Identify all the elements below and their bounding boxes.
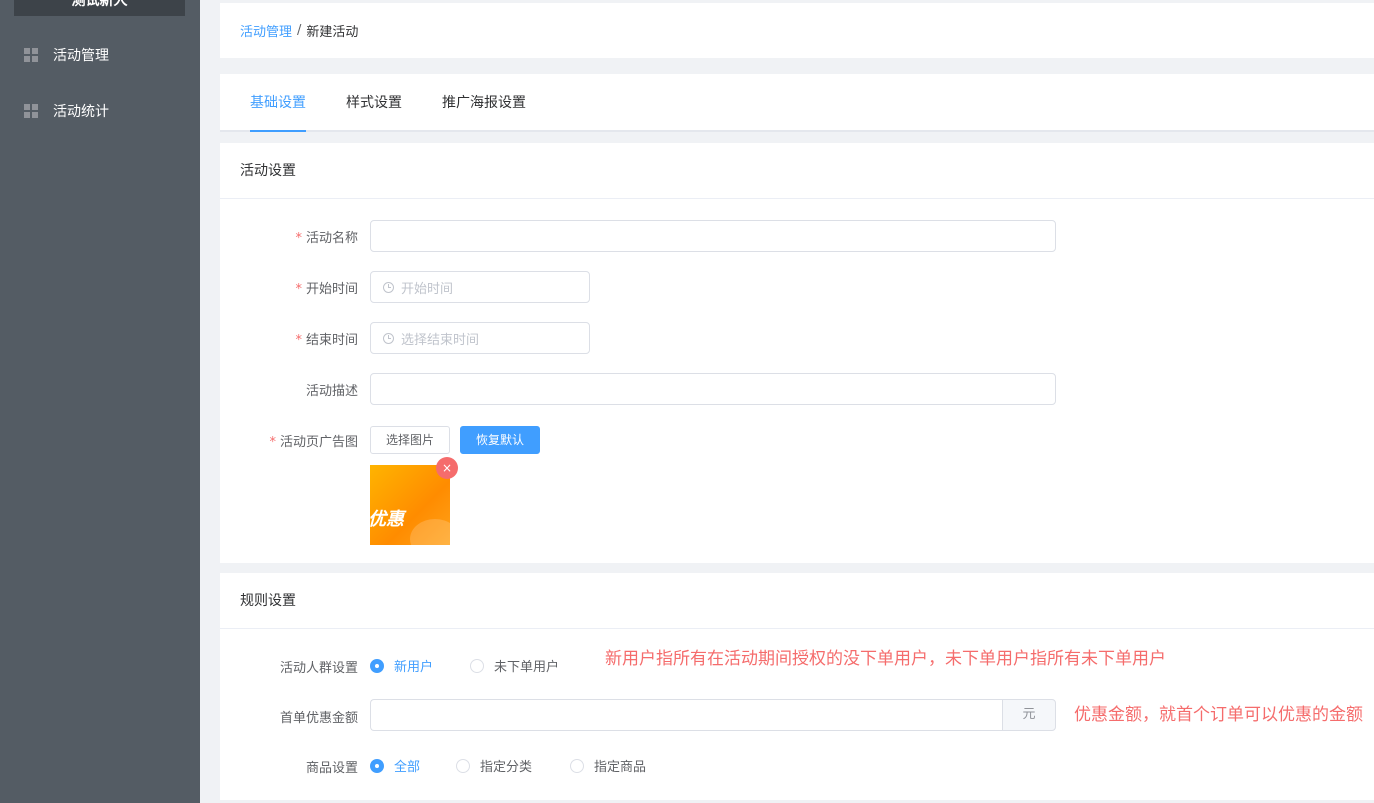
tab-style-settings[interactable]: 样式设置 — [346, 74, 402, 132]
brand-title: 测试新人 — [14, 0, 185, 16]
start-time-placeholder: 开始时间 — [401, 281, 454, 297]
activity-name-input[interactable] — [370, 220, 1056, 252]
ad-image-thumbnail: 优惠 — [370, 465, 450, 545]
select-image-button[interactable]: 选择图片 — [370, 426, 450, 454]
audience-label: 活动人群设置 — [279, 661, 358, 676]
end-time-placeholder: 选择结束时间 — [401, 332, 480, 348]
section-title: 规则设置 — [220, 573, 1374, 629]
start-time-picker[interactable]: 开始时间 — [370, 271, 590, 303]
description-label: 活动描述 — [305, 384, 358, 399]
ad-image-label: * 活动页广告图 — [269, 435, 358, 450]
radio-label: 指定商品 — [594, 760, 647, 775]
decorative-blob — [410, 519, 450, 545]
first-order-discount-label: 首单优惠金额 — [279, 711, 358, 726]
radio-label: 新用户 — [394, 660, 434, 675]
clock-icon — [383, 281, 394, 293]
grid-icon — [24, 48, 38, 62]
section-title: 活动设置 — [220, 143, 1374, 199]
required-mark: * — [269, 435, 276, 450]
tab-basic-settings[interactable]: 基础设置 — [250, 74, 306, 132]
sidebar-item-label: 活动统计 — [53, 104, 109, 120]
radio-unordered-user[interactable]: 未下单用户 — [470, 656, 559, 675]
radio-all-products[interactable]: 全部 — [370, 756, 420, 775]
first-order-discount-input[interactable] — [370, 699, 1002, 731]
description-input[interactable] — [370, 373, 1056, 405]
sidebar-item-label: 活动管理 — [53, 48, 109, 64]
remove-image-icon[interactable]: × — [436, 457, 458, 479]
required-mark: * — [295, 333, 302, 348]
end-time-picker[interactable]: 选择结束时间 — [370, 322, 590, 354]
rule-settings-card: 规则设置 活动人群设置 新用户 未下单用户 新用户指所有在活动期间授权的没下单用… — [220, 573, 1374, 800]
radio-label: 未下单用户 — [494, 660, 560, 675]
tab-poster-settings[interactable]: 推广海报设置 — [442, 74, 526, 132]
clock-icon — [383, 332, 394, 344]
radio-icon — [370, 758, 384, 773]
radio-icon — [370, 658, 384, 673]
sidebar-item-activity-management[interactable]: 活动管理 — [0, 27, 200, 83]
discount-note: 优惠金额，就首个订单可以优惠的金额 — [1074, 705, 1363, 725]
breadcrumb-separator: / — [297, 23, 302, 38]
activity-name-label: * 活动名称 — [295, 231, 358, 246]
breadcrumb-link-activity-management[interactable]: 活动管理 — [240, 21, 292, 40]
end-time-label: * 结束时间 — [295, 333, 358, 348]
radio-specific-products[interactable]: 指定商品 — [570, 756, 646, 775]
product-settings-label: 商品设置 — [305, 761, 358, 776]
currency-suffix: 元 — [1002, 699, 1056, 731]
required-mark: * — [295, 282, 302, 297]
activity-settings-card: 活动设置 * 活动名称 * 开始时间 开始时间 * 结束时间 选择结束时间 活动描述 … — [220, 143, 1374, 563]
breadcrumb-current: 新建活动 — [306, 25, 359, 40]
radio-specific-category[interactable]: 指定分类 — [456, 756, 532, 775]
first-order-discount-field: 元 — [370, 699, 1056, 731]
radio-icon — [570, 758, 584, 773]
radio-icon — [456, 758, 470, 773]
sidebar: 测试新人 活动管理 活动统计 — [0, 0, 200, 803]
grid-icon — [24, 104, 38, 118]
breadcrumb: 活动管理 / 新建活动 — [220, 3, 1374, 58]
thumbnail-text: 优惠 — [370, 509, 404, 530]
start-time-label: * 开始时间 — [295, 282, 358, 297]
radio-new-user[interactable]: 新用户 — [370, 656, 433, 675]
sidebar-item-activity-stats[interactable]: 活动统计 — [0, 83, 200, 139]
radio-icon — [470, 658, 484, 673]
required-mark: * — [295, 231, 302, 246]
restore-default-button[interactable]: 恢复默认 — [460, 426, 540, 454]
radio-label: 全部 — [394, 760, 421, 775]
audience-note: 新用户指所有在活动期间授权的没下单用户，未下单用户指所有未下单用户 — [605, 649, 1166, 669]
tabs-bar: 基础设置 样式设置 推广海报设置 — [220, 74, 1374, 132]
radio-label: 指定分类 — [480, 760, 533, 775]
